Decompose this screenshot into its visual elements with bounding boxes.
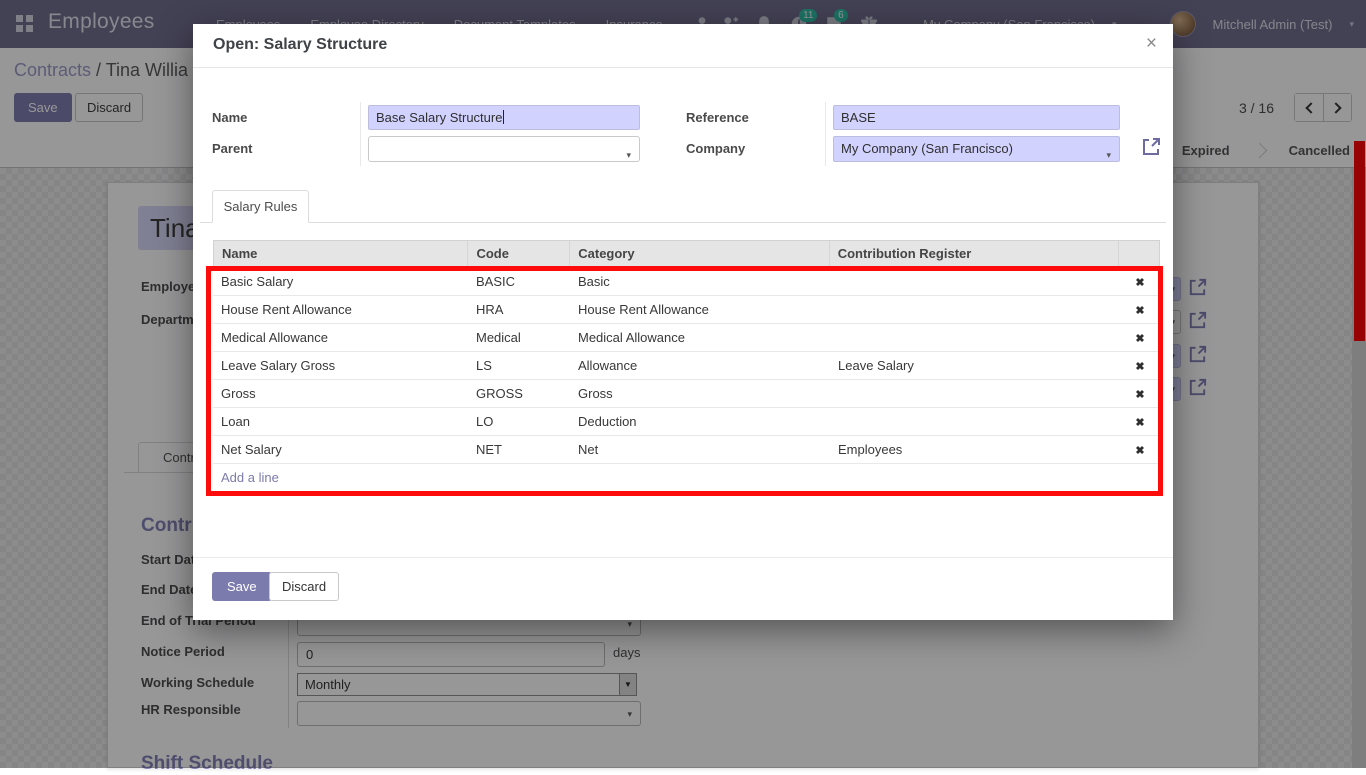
reference-input[interactable]: BASE bbox=[833, 105, 1120, 130]
group-divider bbox=[825, 102, 826, 166]
name-label: Name bbox=[212, 110, 247, 125]
delete-row-icon[interactable]: ✖ bbox=[1135, 361, 1144, 373]
salary-rules-table: Name Code Category Contribution Register… bbox=[213, 240, 1160, 492]
add-line-row: Add a line bbox=[213, 464, 1160, 492]
company-label: Company bbox=[686, 141, 745, 156]
group-divider bbox=[360, 102, 361, 166]
salary-structure-dialog: Open: Salary Structure × Name Parent Bas… bbox=[193, 24, 1173, 620]
column-category[interactable]: Category bbox=[570, 241, 829, 267]
delete-row-icon[interactable]: ✖ bbox=[1135, 277, 1144, 289]
delete-row-icon[interactable]: ✖ bbox=[1135, 389, 1144, 401]
company-dropdown[interactable]: My Company (San Francisco) ▾ bbox=[833, 136, 1120, 162]
column-contribution-register[interactable]: Contribution Register bbox=[830, 241, 1119, 267]
add-a-line-link[interactable]: Add a line bbox=[221, 470, 279, 485]
close-icon[interactable]: × bbox=[1146, 33, 1157, 55]
footer-divider bbox=[193, 557, 1173, 558]
table-row[interactable]: House Rent AllowanceHRAHouse Rent Allowa… bbox=[213, 296, 1160, 324]
table-row[interactable]: LoanLODeduction✖ bbox=[213, 408, 1160, 436]
table-row[interactable]: GrossGROSSGross✖ bbox=[213, 380, 1160, 408]
reference-label: Reference bbox=[686, 110, 749, 125]
table-row[interactable]: Medical AllowanceMedicalMedical Allowanc… bbox=[213, 324, 1160, 352]
tab-salary-rules[interactable]: Salary Rules bbox=[212, 190, 309, 223]
name-input[interactable]: Base Salary Structure bbox=[368, 105, 640, 130]
text-cursor bbox=[503, 110, 504, 124]
external-link-icon[interactable] bbox=[1140, 136, 1162, 158]
parent-dropdown[interactable]: ▾ bbox=[368, 136, 640, 162]
delete-row-icon[interactable]: ✖ bbox=[1135, 417, 1144, 429]
delete-row-icon[interactable]: ✖ bbox=[1135, 445, 1144, 457]
table-row[interactable]: Net SalaryNETNetEmployees✖ bbox=[213, 436, 1160, 464]
table-header: Name Code Category Contribution Register bbox=[213, 240, 1160, 268]
dialog-save-button[interactable]: Save bbox=[212, 572, 272, 601]
notebook-divider bbox=[200, 222, 1166, 223]
table-row[interactable]: Basic SalaryBASICBasic✖ bbox=[213, 268, 1160, 296]
parent-label: Parent bbox=[212, 141, 252, 156]
dialog-discard-button[interactable]: Discard bbox=[269, 572, 339, 601]
table-row[interactable]: Leave Salary GrossLSAllowanceLeave Salar… bbox=[213, 352, 1160, 380]
dialog-title: Open: Salary Structure bbox=[213, 36, 387, 54]
delete-row-icon[interactable]: ✖ bbox=[1135, 305, 1144, 317]
chevron-down-icon: ▾ bbox=[626, 144, 631, 167]
delete-row-icon[interactable]: ✖ bbox=[1135, 333, 1144, 345]
chevron-down-icon: ▾ bbox=[1106, 144, 1111, 167]
dialog-header: Open: Salary Structure × bbox=[193, 24, 1173, 68]
column-name[interactable]: Name bbox=[214, 241, 468, 267]
column-code[interactable]: Code bbox=[468, 241, 570, 267]
